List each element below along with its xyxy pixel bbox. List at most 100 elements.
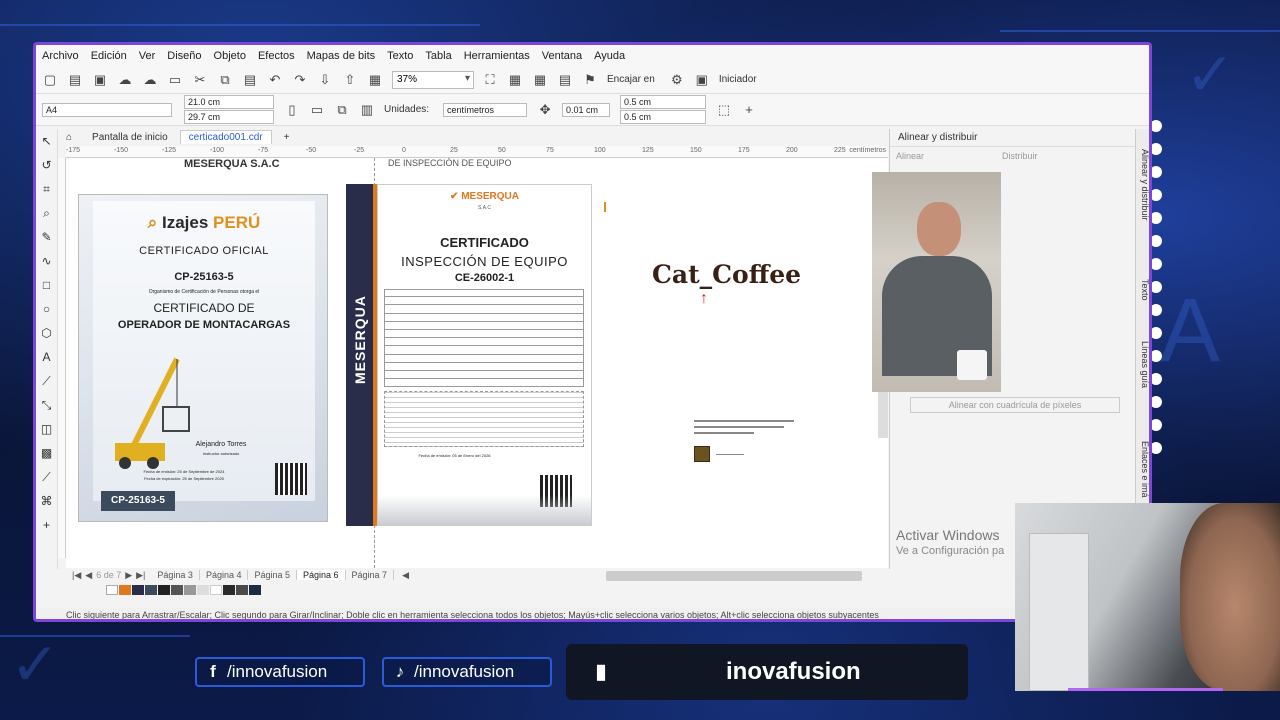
all-pages-icon[interactable]: ⧉ [334, 102, 350, 118]
cloud-download-icon[interactable]: ☁ [142, 72, 158, 88]
swatch-charcoal[interactable] [236, 585, 248, 595]
menu-item-mapas-de-bits[interactable]: Mapas de bits [307, 50, 375, 62]
copy-icon[interactable]: ⧉ [217, 72, 233, 88]
add-icon[interactable]: + [741, 102, 757, 118]
redo-icon[interactable]: ↷ [292, 72, 308, 88]
align-pixel-grid-button[interactable]: Alinear con cuadrícula de píxeles [910, 397, 1120, 413]
open-folder-icon[interactable]: ▤ [67, 72, 83, 88]
page-width-field[interactable]: 21.0 cm [184, 95, 274, 109]
page-tab[interactable]: Página 7 [346, 570, 395, 580]
swatch-black[interactable] [158, 585, 170, 595]
text-tool-icon[interactable]: A [36, 345, 57, 369]
text-line[interactable] [694, 420, 794, 422]
rectangle-tool-icon[interactable]: □ [36, 273, 57, 297]
side-tab-text[interactable]: Texto [1140, 279, 1149, 301]
snap-to-dropdown[interactable]: Encajar en [607, 74, 655, 85]
paper-size-select[interactable]: A4 [42, 102, 172, 117]
gear-icon[interactable]: ⚙ [669, 72, 685, 88]
pdf-export-icon[interactable]: ▦ [367, 72, 383, 88]
snap-icon[interactable]: ⚑ [582, 72, 598, 88]
menu-item-archivo[interactable]: Archivo [42, 50, 79, 62]
page-tab[interactable]: Página 3 [151, 570, 200, 580]
menu-item-dise-o[interactable]: Diseño [167, 50, 201, 62]
menu-item-tabla[interactable]: Tabla [425, 50, 451, 62]
horizontal-scrollbar[interactable] [606, 571, 862, 581]
drawing-canvas[interactable]: MESERQUA S.A.C DE INSPECCIÓN DE EQUIPO ⌕… [66, 158, 888, 568]
paste-icon[interactable]: ▤ [242, 72, 258, 88]
grid-icon[interactable]: ▦ [532, 72, 548, 88]
tiktok-handle[interactable]: ♪ /innovafusion [382, 657, 552, 687]
twitch-handle[interactable]: ▮ inovafusion [566, 644, 968, 700]
next-page-icon[interactable]: ▶ [125, 570, 132, 581]
full-screen-icon[interactable]: ⛶ [482, 72, 498, 88]
freehand-tool-icon[interactable]: ✎ [36, 225, 57, 249]
polygon-tool-icon[interactable]: ⬡ [36, 321, 57, 345]
parallel-dimension-icon[interactable]: ⟋ [36, 369, 57, 393]
eyedropper-icon[interactable]: ⟋ [36, 465, 57, 489]
menu-item-texto[interactable]: Texto [387, 50, 413, 62]
workspace-icon[interactable]: ▣ [694, 72, 710, 88]
small-image-thumbnail[interactable] [694, 446, 710, 462]
nudge-distance-field[interactable]: 0.01 cm [562, 102, 611, 117]
shape-tool-icon[interactable]: ↺ [36, 153, 57, 177]
swatch-dark[interactable] [223, 585, 235, 595]
import-icon[interactable]: ⇩ [317, 72, 333, 88]
connector-tool-icon[interactable]: ⤡ [36, 393, 57, 417]
drop-shadow-icon[interactable]: ◫ [36, 417, 57, 441]
portrait-icon[interactable]: ▯ [284, 102, 300, 118]
landscape-icon[interactable]: ▭ [309, 102, 325, 118]
duplicate-y-field[interactable]: 0.5 cm [620, 110, 707, 124]
swatch-silver[interactable] [197, 585, 209, 595]
guidelines-icon[interactable]: ▤ [557, 72, 573, 88]
export-icon[interactable]: ⇧ [342, 72, 358, 88]
swatch-none[interactable] [106, 585, 118, 595]
interactive-fill-icon[interactable]: ⌘ [36, 489, 57, 513]
pick-tool-icon[interactable]: ↖ [36, 129, 57, 153]
page-tab[interactable]: Página 4 [200, 570, 249, 580]
menu-item-herramientas[interactable]: Herramientas [464, 50, 530, 62]
zoom-tool-icon[interactable]: ⌕ [36, 201, 57, 225]
cut-icon[interactable]: ✂ [192, 72, 208, 88]
menu-item-objeto[interactable]: Objeto [214, 50, 246, 62]
certificate-izajes[interactable]: ⌕ Izajes PERÚ CERTIFICADO OFICIAL CP-251… [78, 194, 328, 522]
last-page-icon[interactable]: ▶| [136, 570, 145, 581]
menu-item-efectos[interactable]: Efectos [258, 50, 295, 62]
swatch-navy[interactable] [132, 585, 144, 595]
tab-welcome[interactable]: Pantalla de inicio [84, 131, 176, 144]
swatch-orange[interactable] [119, 585, 131, 595]
first-page-icon[interactable]: |◀ [72, 570, 81, 581]
menu-item-ventana[interactable]: Ventana [542, 50, 582, 62]
add-tool-icon[interactable]: + [36, 513, 57, 537]
swatch-slate[interactable] [145, 585, 157, 595]
text-line[interactable] [694, 432, 754, 434]
undo-icon[interactable]: ↶ [267, 72, 283, 88]
menu-item-ayuda[interactable]: Ayuda [594, 50, 625, 62]
cloud-upload-icon[interactable]: ☁ [117, 72, 133, 88]
zoom-level-select[interactable]: 37% [392, 70, 474, 89]
swatch-white[interactable] [210, 585, 222, 595]
facebook-handle[interactable]: f /innovafusion [195, 657, 365, 687]
text-line[interactable] [694, 426, 784, 428]
swatch-gray[interactable] [171, 585, 183, 595]
page-frame-icon[interactable]: ⬚ [716, 102, 732, 118]
menu-item-ver[interactable]: Ver [139, 50, 156, 62]
swatch-lightgray[interactable] [184, 585, 196, 595]
menu-item-edici-n[interactable]: Edición [91, 50, 127, 62]
transparency-tool-icon[interactable]: ▩ [36, 441, 57, 465]
duplicate-x-field[interactable]: 0.5 cm [620, 95, 707, 109]
new-document-icon[interactable]: ▢ [42, 72, 58, 88]
save-icon[interactable]: ▣ [92, 72, 108, 88]
page-tab[interactable]: Página 5 [248, 570, 297, 580]
swatch-blue[interactable] [249, 585, 261, 595]
rulers-icon[interactable]: ▦ [507, 72, 523, 88]
side-tab-align[interactable]: Alinear y distribuir [1140, 149, 1149, 221]
scroll-left-icon[interactable]: ◀ [402, 570, 409, 581]
side-tab-links[interactable]: Enlaces e imá [1140, 441, 1149, 498]
current-page-icon[interactable]: ▥ [359, 102, 375, 118]
page-tab-active[interactable]: Página 6 [297, 570, 346, 580]
new-tab-icon[interactable]: + [276, 131, 298, 144]
units-select[interactable]: centímetros [443, 102, 528, 117]
certificate-meserqua[interactable]: ✔ MESERQUA S.A.C CERTIFICADO INSPECCIÓN … [377, 184, 592, 526]
artistic-media-icon[interactable]: ∿ [36, 249, 57, 273]
page-height-field[interactable]: 29.7 cm [184, 110, 274, 124]
